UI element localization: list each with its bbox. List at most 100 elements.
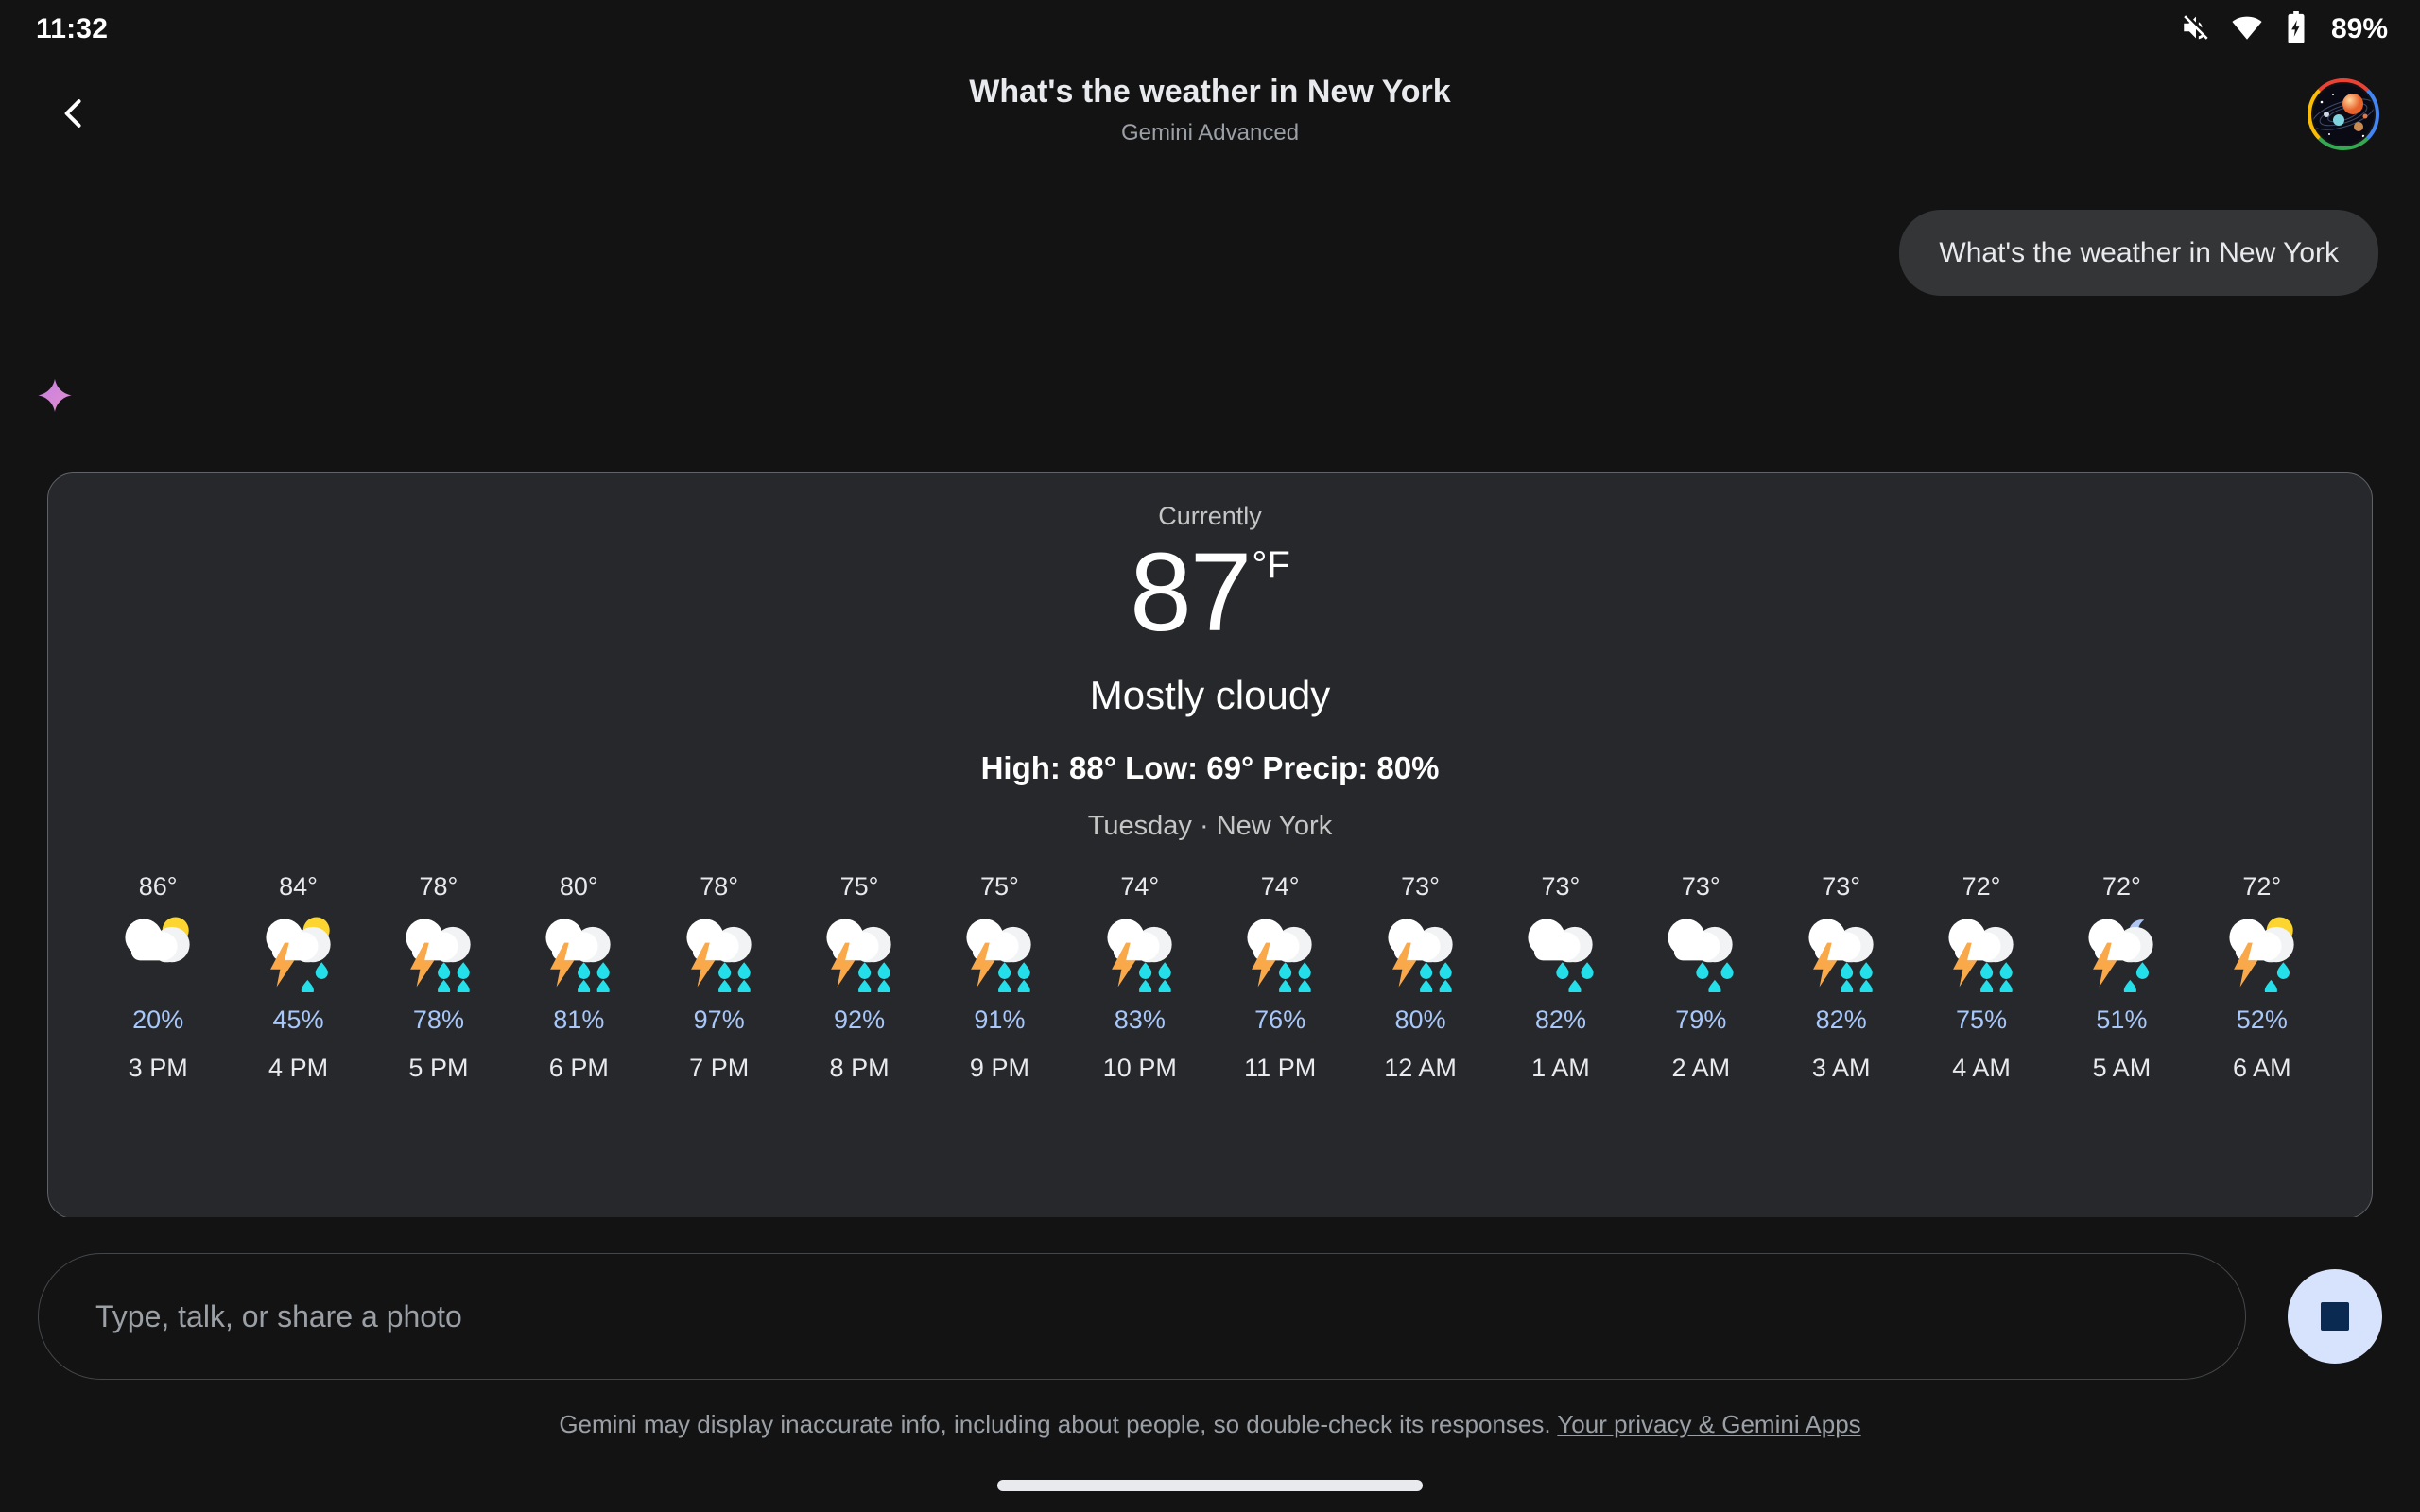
weather-cloud-storm-rain-icon [393, 911, 484, 997]
weather-high-low-precip: High: 88° Low: 69° Precip: 80% [980, 750, 1440, 785]
hourly-time: 10 PM [1102, 1054, 1177, 1082]
privacy-link[interactable]: Your privacy & Gemini Apps [1557, 1410, 1860, 1438]
hourly-precip: 83% [1114, 1005, 1166, 1034]
disclaimer: Gemini may display inaccurate info, incl… [0, 1410, 2420, 1439]
system-nav-bar [0, 1480, 2420, 1491]
page-title: What's the weather in New York [969, 74, 1451, 110]
gemini-sparkle-icon [34, 376, 76, 418]
hourly-forecast-item[interactable]: 73° 82% 1 AM [1491, 872, 1631, 1083]
weather-sun-cloud-storm-light-rain-icon [253, 911, 344, 997]
hourly-temp: 73° [1541, 872, 1581, 901]
hourly-temp: 72° [2242, 872, 2282, 901]
hourly-temp: 74° [1260, 872, 1300, 901]
hourly-forecast-item[interactable]: 73° 82% 3 AM [1772, 872, 1911, 1083]
hourly-forecast-item[interactable]: 73° 80% 12 AM [1350, 872, 1490, 1083]
weather-cloud-storm-rain-icon [814, 911, 905, 997]
hourly-temp: 73° [1822, 872, 1861, 901]
hourly-precip: 92% [834, 1005, 886, 1034]
weather-cloud-storm-rain-icon [1796, 911, 1887, 997]
weather-condition: Mostly cloudy [1089, 673, 1331, 717]
hourly-time: 4 PM [268, 1054, 329, 1082]
weather-cloud-rain-icon [1655, 911, 1746, 997]
status-clock: 11:32 [36, 13, 109, 44]
weather-unit: °F [1252, 544, 1290, 586]
hourly-temp: 75° [839, 872, 879, 901]
home-gesture-pill[interactable] [997, 1480, 1423, 1491]
hourly-precip: 76% [1254, 1005, 1306, 1034]
hourly-forecast-item[interactable]: 72° 75% 4 AM [1911, 872, 2051, 1083]
weather-cloud-storm-rain-icon [1235, 911, 1325, 997]
composer-area: Gemini may display inaccurate info, incl… [0, 1217, 2420, 1512]
composer-row [0, 1253, 2420, 1380]
weather-cloud-storm-rain-icon [1936, 911, 2027, 997]
battery-charging-icon [2282, 10, 2310, 48]
weather-day-location: Tuesday · New York [1087, 811, 1333, 841]
search-input[interactable] [95, 1298, 2188, 1334]
hourly-forecast-row[interactable]: 86° 20% 3 PM 84° 45% 4 PM 78° 78% 5 PM 80° 81% 6 PM… [48, 842, 2372, 1083]
hourly-time: 6 PM [548, 1054, 609, 1082]
hourly-time: 7 PM [689, 1054, 750, 1082]
hourly-temp: 73° [1681, 872, 1720, 901]
hourly-forecast-item[interactable]: 73° 79% 2 AM [1631, 872, 1771, 1083]
battery-percent: 89% [2330, 13, 2388, 44]
hourly-time: 4 AM [1952, 1054, 2011, 1082]
hourly-temp: 78° [419, 872, 458, 901]
hourly-precip: 52% [2236, 1005, 2288, 1034]
hourly-temp: 75° [980, 872, 1019, 901]
hourly-precip: 80% [1394, 1005, 1446, 1034]
weather-cloud-rain-icon [1515, 911, 1606, 997]
weather-cloud-storm-rain-icon [954, 911, 1045, 997]
hourly-precip: 91% [974, 1005, 1026, 1034]
weather-card[interactable]: Currently 87 °F Mostly cloudy High: 88° … [47, 472, 2373, 1217]
hourly-time: 11 PM [1244, 1054, 1317, 1082]
weather-cloud-storm-rain-icon [533, 911, 624, 997]
hourly-time: 1 AM [1531, 1054, 1590, 1082]
hourly-forecast-item[interactable]: 72° 52% 6 AM [2192, 872, 2332, 1083]
avatar[interactable] [2307, 77, 2380, 151]
app-bar: What's the weather in New York Gemini Ad… [0, 59, 2420, 172]
hourly-forecast-item[interactable]: 84° 45% 4 PM [228, 872, 368, 1083]
composer-box[interactable] [38, 1253, 2246, 1380]
user-message-bubble: What's the weather in New York [1899, 210, 2378, 296]
hourly-forecast-item[interactable]: 72° 51% 5 AM [2051, 872, 2191, 1083]
hourly-forecast-item[interactable]: 74° 83% 10 PM [1070, 872, 1210, 1083]
hourly-precip: 82% [1534, 1005, 1586, 1034]
wifi-icon [2231, 11, 2263, 48]
weather-sun-cloud-storm-rain-icon [2217, 911, 2308, 997]
hourly-forecast-item[interactable]: 75° 91% 9 PM [929, 872, 1069, 1083]
hourly-precip: 75% [1956, 1005, 2008, 1034]
hourly-time: 5 AM [2092, 1054, 2152, 1082]
hourly-time: 6 AM [2233, 1054, 2291, 1082]
stop-generating-button[interactable] [2288, 1269, 2382, 1364]
page-subtitle: Gemini Advanced [1120, 119, 1300, 146]
hourly-time: 2 AM [1671, 1054, 1731, 1082]
hourly-precip: 97% [693, 1005, 745, 1034]
hourly-temp: 74° [1120, 872, 1160, 901]
hourly-forecast-item[interactable]: 80° 81% 6 PM [509, 872, 648, 1083]
hourly-forecast-item[interactable]: 78° 78% 5 PM [369, 872, 509, 1083]
stop-square-icon [2321, 1302, 2349, 1331]
hourly-time: 8 PM [829, 1054, 890, 1082]
hourly-forecast-item[interactable]: 74° 76% 11 PM [1210, 872, 1350, 1083]
weather-temperature-group: 87 °F [48, 537, 2372, 648]
hourly-time: 3 PM [128, 1054, 188, 1082]
hourly-forecast-item[interactable]: 75° 92% 8 PM [789, 872, 929, 1083]
hourly-precip: 82% [1815, 1005, 1867, 1034]
weather-sun-behind-cloud-icon [112, 911, 203, 992]
hourly-precip: 79% [1675, 1005, 1727, 1034]
user-message-row: What's the weather in New York [0, 172, 2420, 296]
hourly-precip: 51% [2096, 1005, 2148, 1034]
weather-moon-cloud-storm-rain-icon [2076, 911, 2167, 997]
hourly-temp: 73° [1401, 872, 1440, 901]
weather-temperature: 87 [1130, 530, 1252, 655]
hourly-time: 9 PM [969, 1054, 1029, 1082]
hourly-forecast-item[interactable]: 86° 20% 3 PM [88, 872, 228, 1083]
volume-mute-icon [2180, 11, 2212, 48]
hourly-precip: 45% [272, 1005, 324, 1034]
hourly-temp: 84° [279, 872, 318, 901]
weather-currently-label: Currently [1158, 502, 1262, 530]
hourly-temp: 72° [1962, 872, 2001, 901]
hourly-precip: 20% [132, 1005, 184, 1034]
hourly-forecast-item[interactable]: 78° 97% 7 PM [649, 872, 789, 1083]
hourly-temp: 78° [700, 872, 739, 901]
